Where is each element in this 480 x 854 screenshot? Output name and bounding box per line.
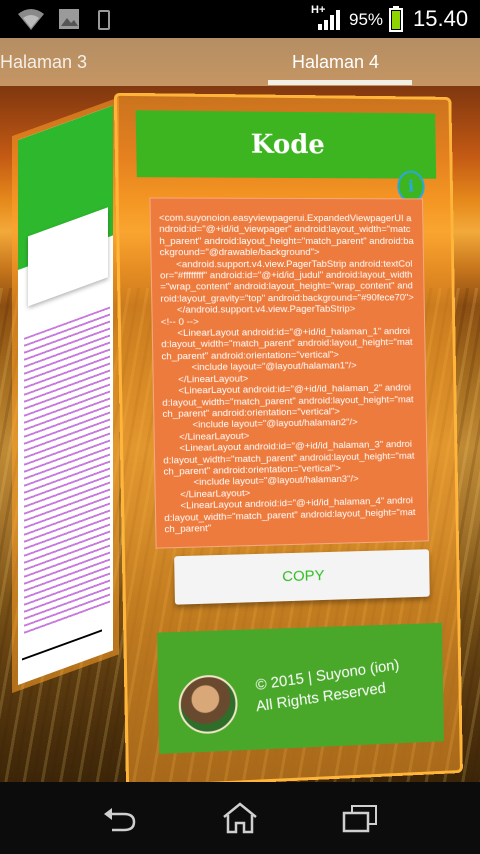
clock: 15.40	[413, 6, 469, 31]
card-title: Kode	[250, 129, 326, 161]
battery-percent: 95%	[349, 10, 384, 29]
avatar	[178, 674, 238, 735]
tab-halaman-3[interactable]: Halaman 3	[0, 52, 87, 73]
back-icon[interactable]	[98, 802, 146, 834]
pager-tab-strip: Halaman 3 Halaman 4	[0, 38, 480, 86]
previous-page-code	[24, 306, 110, 638]
home-icon[interactable]	[216, 802, 264, 834]
phone-icon	[98, 10, 110, 30]
navigation-bar	[0, 782, 480, 854]
wifi-icon	[18, 9, 44, 30]
status-bar: H+ 95% 15.40	[0, 0, 480, 38]
code-page-card: Kode i <com.suyonoion.easyviewpagerui.Ex…	[113, 92, 463, 789]
recents-icon[interactable]	[336, 802, 384, 834]
copy-button[interactable]: COPY	[174, 549, 430, 605]
signal-icon	[318, 10, 340, 30]
image-icon	[59, 9, 79, 29]
footer: © 2015 | Suyono (ion) All Rights Reserve…	[157, 622, 444, 754]
code-view[interactable]: <com.suyonoion.easyviewpagerui.ExpandedV…	[149, 197, 429, 549]
code-text: <com.suyonoion.easyviewpagerui.ExpandedV…	[158, 212, 416, 536]
tab-halaman-4[interactable]: Halaman 4	[292, 52, 379, 73]
card-header: Kode	[135, 110, 437, 179]
tab-indicator	[268, 80, 412, 85]
previous-page-preview	[18, 105, 113, 685]
battery-icon	[389, 6, 403, 32]
